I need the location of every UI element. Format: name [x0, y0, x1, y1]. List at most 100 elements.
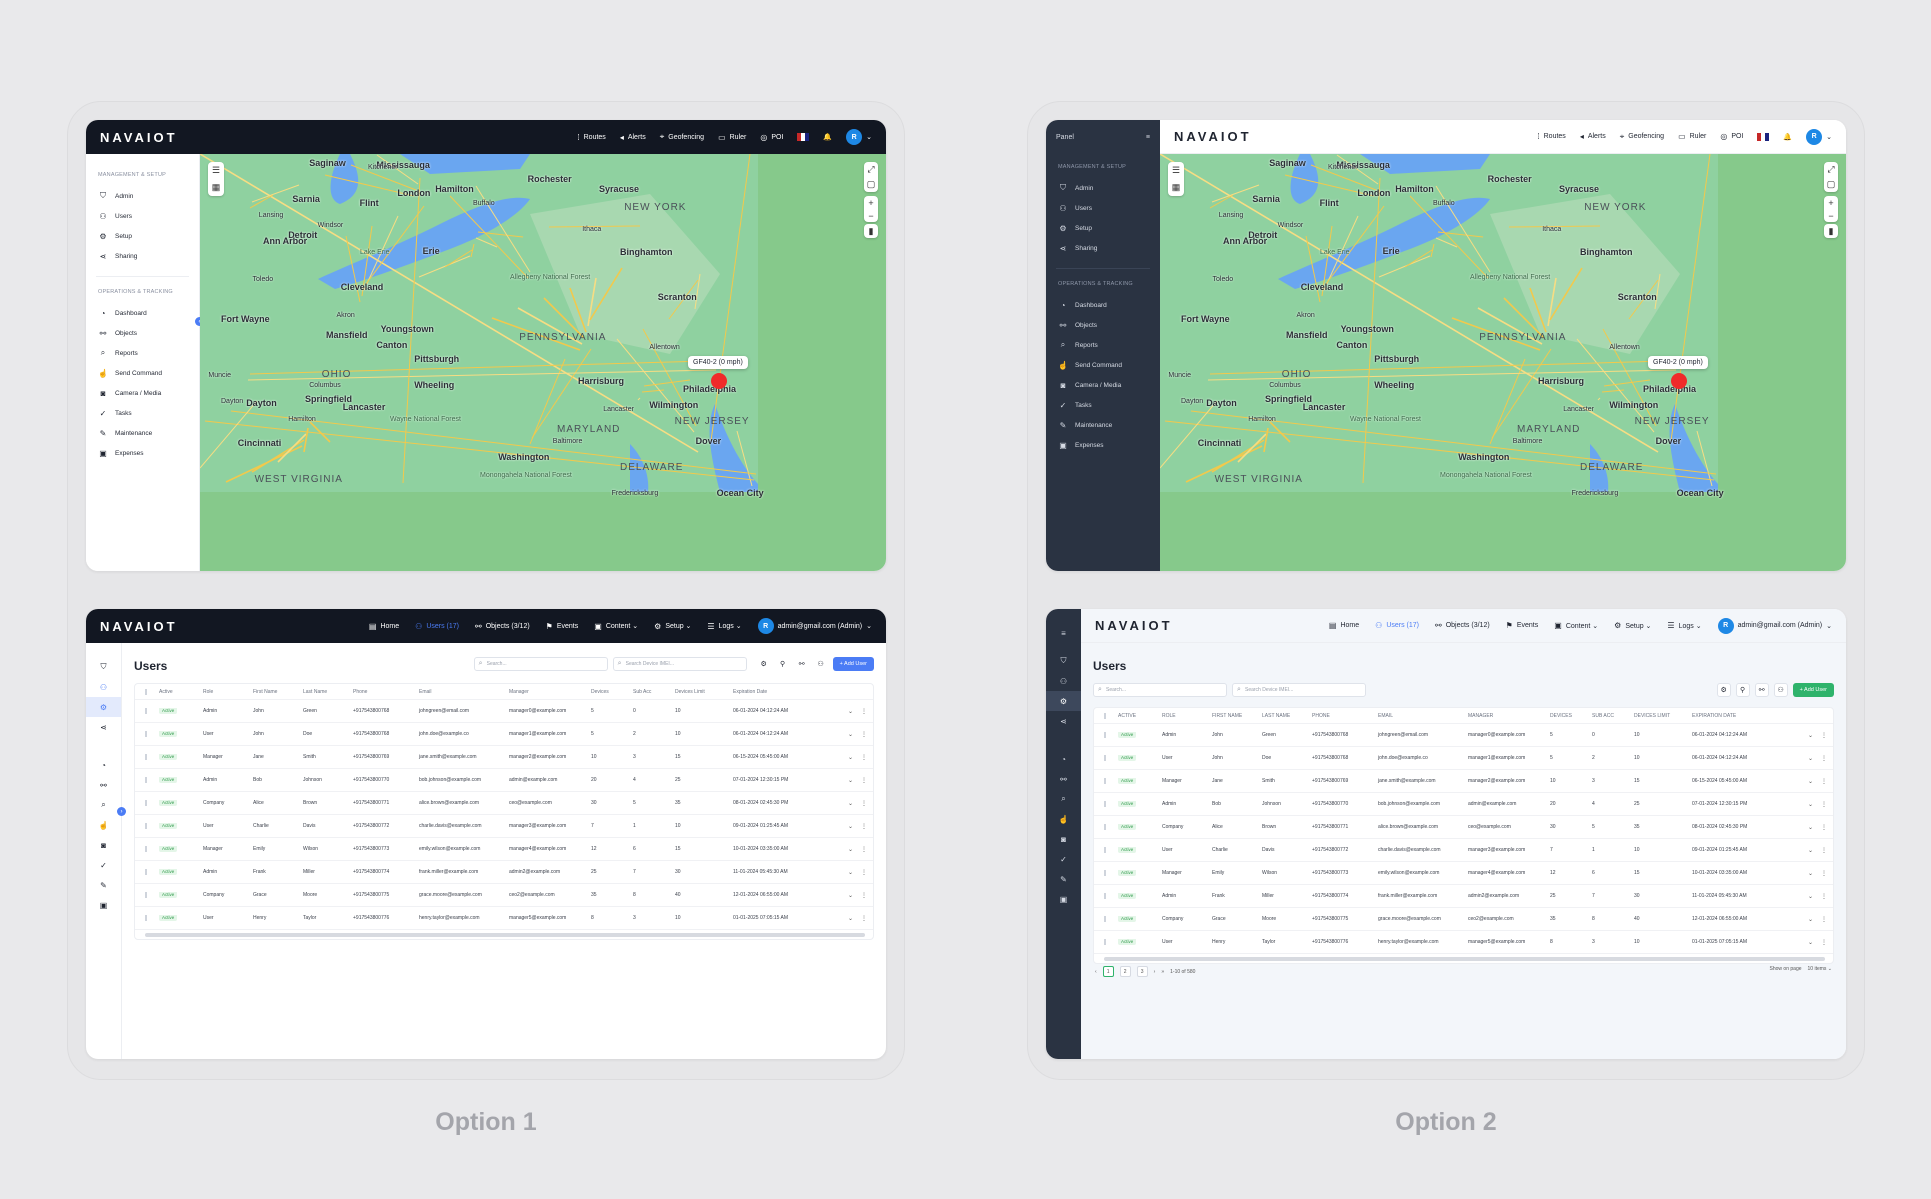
add-user-button[interactable]: + Add User — [832, 657, 874, 671]
sidebar-item-expenses[interactable]: ▣ Expenses — [96, 443, 189, 463]
sidebar-item-tasks[interactable]: ✓ Tasks — [96, 403, 189, 423]
more-options-icon[interactable]: ⋮ — [1821, 732, 1827, 739]
zoom-control[interactable]: + − — [864, 196, 878, 222]
sharing-icon[interactable]: ⋖ — [86, 717, 121, 737]
more-options-icon[interactable]: ⋮ — [861, 892, 867, 899]
checkbox[interactable] — [1104, 801, 1106, 807]
checkbox[interactable] — [145, 846, 147, 852]
nav-item-geofencing[interactable]: ⌖ Geofencing — [660, 132, 704, 142]
row-checkbox[interactable] — [1094, 801, 1114, 807]
zoom-out-icon[interactable]: − — [868, 211, 873, 221]
imei-search-input[interactable]: Search Device IMEI... — [612, 657, 747, 671]
map-view[interactable]: Mississauga Hamilton Kitchener London Sarnia… — [1160, 154, 1846, 571]
checkbox[interactable] — [145, 892, 147, 898]
nav-item-home[interactable]: ▤ Home — [369, 622, 399, 631]
expand-chevron-icon[interactable]: ⌄ — [848, 915, 853, 922]
map-type-icon[interactable]: ▢ — [867, 179, 876, 190]
table-row[interactable]: Active Admin John Green +917543800768 johngre… — [135, 700, 873, 723]
sidebar-item-send[interactable]: ☝ Send Command — [1056, 355, 1150, 375]
sidebar-item-send[interactable]: ☝ Send Command — [96, 363, 189, 383]
next-page-icon[interactable]: › — [1154, 969, 1156, 975]
fullscreen-control[interactable]: ⤢ ▢ — [864, 162, 878, 192]
prev-page-icon[interactable]: ‹ — [1095, 969, 1097, 975]
language-flag-icon[interactable] — [1757, 132, 1770, 141]
zoom-in-icon[interactable]: + — [1828, 198, 1833, 208]
bell-icon[interactable]: 🔔 — [823, 133, 832, 141]
account-menu[interactable]: R ⌄ — [846, 129, 872, 145]
hamburger-icon[interactable]: ≡ — [1046, 623, 1081, 643]
tasks-icon[interactable]: ✓ — [86, 855, 121, 875]
list-icon[interactable]: ☰ — [212, 165, 220, 176]
more-options-icon[interactable]: ⋮ — [1821, 916, 1827, 923]
expand-chevron-icon[interactable]: ⌄ — [1808, 755, 1813, 762]
expand-chevron-icon[interactable]: ⌄ — [848, 892, 853, 899]
avatar[interactable]: R — [846, 129, 863, 145]
page-size-select[interactable]: 10 items ⌄ — [1808, 966, 1832, 972]
column-header[interactable]: Phone — [349, 689, 415, 695]
checkbox[interactable] — [1104, 755, 1106, 761]
sidebar-item-reports[interactable]: ⌕ Reports — [96, 343, 189, 363]
more-options-icon[interactable]: ⋮ — [1821, 847, 1827, 854]
more-options-icon[interactable]: ⋮ — [861, 915, 867, 922]
sidebar-item-maintenance[interactable]: ✎ Maintenance — [96, 423, 189, 443]
send-command-icon[interactable]: ☝ — [86, 815, 121, 835]
more-options-icon[interactable]: ⋮ — [861, 777, 867, 784]
sidebar-item-admin[interactable]: ⛉ Admin — [1056, 178, 1150, 198]
column-header[interactable]: EXPIRATION DATE — [1688, 713, 1778, 719]
setup-icon[interactable]: ⚙ — [1046, 691, 1081, 711]
row-checkbox[interactable] — [1094, 755, 1114, 761]
column-header[interactable]: ACTIVE — [1114, 713, 1158, 719]
street-view-control[interactable]: ▮ — [1824, 224, 1838, 238]
column-header[interactable]: PHONE — [1308, 713, 1374, 719]
users-icon[interactable]: ⚇ — [86, 677, 121, 697]
expand-chevron-icon[interactable]: ⌄ — [848, 731, 853, 738]
row-checkbox[interactable] — [135, 892, 155, 898]
reports-icon[interactable]: ⌕ — [86, 795, 121, 815]
sidebar-item-objects[interactable]: ⚯ Objects — [1056, 315, 1150, 335]
checkbox[interactable] — [145, 869, 147, 875]
dashboard-icon[interactable]: ◔ — [86, 755, 121, 775]
expand-chevron-icon[interactable]: ⌄ — [1808, 916, 1813, 923]
more-options-icon[interactable]: ⋮ — [1821, 870, 1827, 877]
column-header[interactable]: LAST NAME — [1258, 713, 1308, 719]
nav-item-users[interactable]: ⚇ Users (17) — [415, 622, 459, 631]
checkbox[interactable] — [1104, 824, 1106, 830]
table-row[interactable]: Active Company Grace Moore +917543800775 grac… — [1094, 908, 1833, 931]
expand-chevron-icon[interactable]: ⌄ — [1808, 847, 1813, 854]
expand-chevron-icon[interactable]: ⌄ — [1808, 778, 1813, 785]
map-type-icon[interactable]: ▢ — [1827, 179, 1836, 190]
sidebar-item-maintenance[interactable]: ✎ Maintenance — [1056, 415, 1150, 435]
row-checkbox[interactable] — [135, 754, 155, 760]
objects-icon[interactable]: ⚯ — [1754, 683, 1769, 697]
checkbox[interactable] — [145, 915, 147, 921]
nav-item-setup[interactable]: ⚙ Setup ⌄ — [654, 622, 691, 631]
checkbox[interactable] — [1104, 847, 1106, 853]
row-checkbox[interactable] — [1094, 824, 1114, 830]
horizontal-scrollbar[interactable] — [145, 933, 865, 937]
reports-icon[interactable]: ⌕ — [1046, 789, 1081, 809]
expand-chevron-icon[interactable]: ⌄ — [848, 846, 853, 853]
column-header[interactable]: SUB ACC — [1588, 713, 1630, 719]
more-options-icon[interactable]: ⋮ — [861, 800, 867, 807]
admin-icon[interactable]: ⛉ — [1046, 651, 1081, 671]
select-all-checkbox[interactable] — [1094, 712, 1114, 719]
row-checkbox[interactable] — [1094, 916, 1114, 922]
more-options-icon[interactable]: ⋮ — [861, 869, 867, 876]
share-icon[interactable]: ⚇ — [1773, 683, 1788, 697]
account-menu[interactable]: R ⌄ — [1806, 128, 1832, 145]
expand-chevron-icon[interactable]: ⌄ — [848, 754, 853, 761]
layers-control[interactable]: ☰ ▦ — [1168, 162, 1184, 196]
setup-icon[interactable]: ⚙ — [86, 697, 121, 717]
table-row[interactable]: Active Admin John Green +917543800768 johngre… — [1094, 724, 1833, 747]
more-options-icon[interactable]: ⋮ — [1821, 939, 1827, 946]
table-row[interactable]: Active User Charlie Davis +917543800772 charl… — [1094, 839, 1833, 862]
list-icon[interactable]: ☰ — [1172, 165, 1180, 176]
column-header[interactable]: ROLE — [1158, 713, 1208, 719]
row-checkbox[interactable] — [135, 823, 155, 829]
column-header[interactable]: EMAIL — [1374, 713, 1464, 719]
nav-item-routes[interactable]: ⁞ Routes — [577, 133, 605, 142]
more-options-icon[interactable]: ⋮ — [1821, 801, 1827, 808]
zoom-out-icon[interactable]: − — [1828, 211, 1833, 221]
fullscreen-icon[interactable]: ⤢ — [867, 164, 874, 175]
table-row[interactable]: Active Admin Bob Johnson +917543800770 bob.jo… — [1094, 793, 1833, 816]
